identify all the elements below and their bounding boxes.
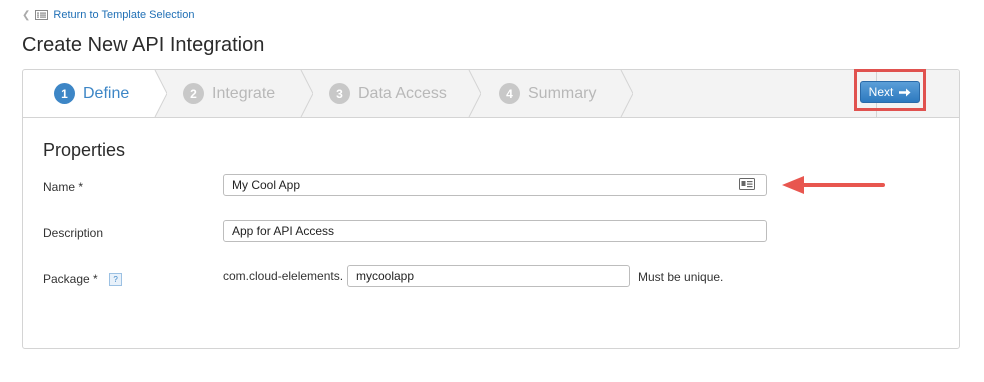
package-prefix: com.cloud-elelements. — [223, 269, 344, 283]
step-separator — [153, 70, 167, 117]
step-label: Summary — [528, 84, 597, 102]
step-separator — [300, 70, 313, 117]
package-label-row: Package * ? — [43, 272, 123, 287]
red-arrow-annotation — [782, 176, 885, 194]
step-summary[interactable]: 4 Summary — [499, 70, 596, 117]
step-number: 4 — [499, 83, 520, 104]
step-label: Define — [83, 84, 130, 102]
step-label: Integrate — [212, 84, 276, 102]
arrow-right-icon — [899, 88, 911, 96]
back-link-label[interactable]: Return to Template Selection — [53, 9, 194, 21]
description-input[interactable] — [223, 220, 767, 242]
package-label: Package * — [43, 272, 98, 286]
step-define[interactable]: 1 Define — [54, 70, 129, 117]
next-button[interactable]: Next — [860, 81, 920, 103]
step-data-access[interactable]: 3 Data Access — [329, 70, 447, 117]
page-title: Create New API Integration — [22, 34, 265, 56]
integration-panel: 1 Define 2 Integrate 3 Data Access 4 Sum… — [22, 69, 960, 349]
list-icon — [35, 10, 49, 20]
step-number: 3 — [329, 83, 350, 104]
next-button-label: Next — [868, 85, 894, 99]
step-separator — [468, 70, 481, 117]
step-number: 1 — [54, 83, 75, 104]
wizard-steps: 1 Define 2 Integrate 3 Data Access 4 Sum… — [23, 70, 959, 118]
name-label: Name * — [43, 180, 84, 194]
step-label: Data Access — [358, 84, 447, 102]
step-integrate[interactable]: 2 Integrate — [183, 70, 275, 117]
step-number: 2 — [183, 83, 204, 104]
question-icon[interactable]: ? — [109, 273, 123, 287]
description-label: Description — [43, 226, 104, 240]
section-title: Properties — [43, 140, 126, 160]
package-hint: Must be unique. — [638, 270, 724, 284]
back-link[interactable]: ❮ Return to Template Selection — [22, 9, 194, 21]
name-input[interactable] — [223, 174, 767, 196]
step-separator — [620, 70, 633, 117]
package-input[interactable] — [347, 265, 630, 287]
contact-card-icon[interactable] — [739, 178, 755, 190]
chevron-left-icon: ❮ — [22, 9, 31, 21]
